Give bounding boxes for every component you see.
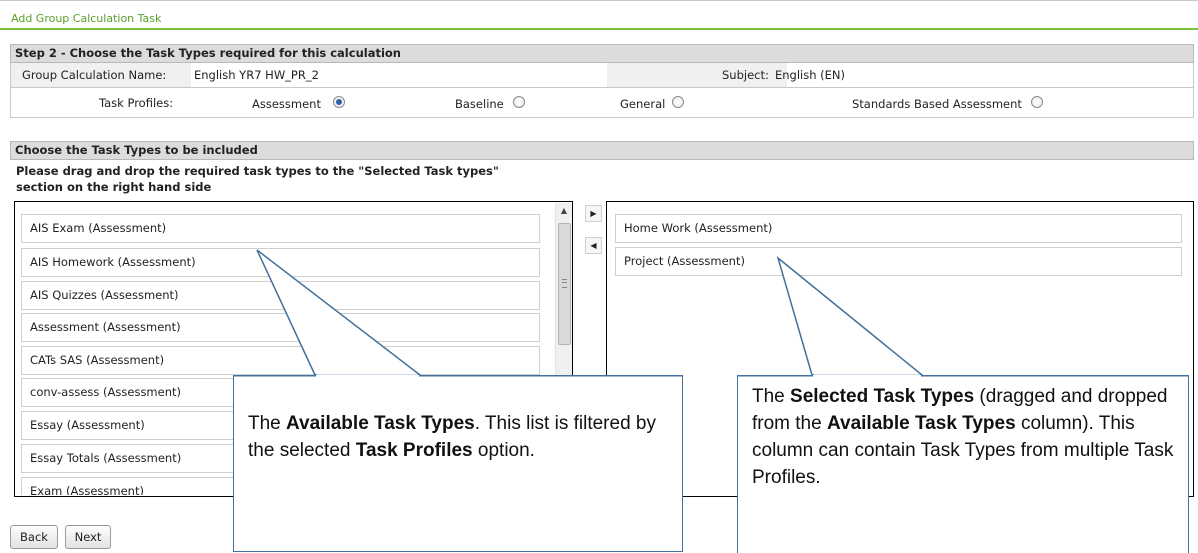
grip-icon [562, 279, 567, 288]
selected-callout: The Selected Task Types (dragged and dro… [737, 375, 1189, 553]
profile-baseline-radio[interactable] [513, 96, 525, 108]
task-types-header: Choose the Task Types to be included [10, 141, 1194, 160]
back-button[interactable]: Back [10, 525, 58, 549]
profile-assessment-radio[interactable] [333, 96, 345, 108]
scroll-up-icon[interactable]: ▲ [556, 203, 572, 219]
callout-text: The [248, 413, 287, 434]
drag-instructions: Please drag and drop the required task t… [16, 163, 499, 195]
next-button[interactable]: Next [65, 525, 111, 549]
calc-info-row: Group Calculation Name: English YR7 HW_P… [10, 63, 1194, 88]
available-item[interactable]: AIS Homework (Assessment) [21, 248, 540, 277]
subject-label: Subject: [722, 68, 769, 82]
profile-general-radio[interactable] [672, 96, 684, 108]
profiles-row: Task Profiles: Assessment Baseline Gener… [10, 88, 1194, 118]
callout-bold: Task Profiles [355, 440, 473, 461]
frame-top-line [0, 0, 1198, 1]
available-item[interactable]: CATs SAS (Assessment) [21, 346, 540, 375]
move-right-icon[interactable]: ▶ [585, 205, 602, 222]
move-left-icon[interactable]: ◀ [585, 237, 602, 254]
callout-text: option. [472, 440, 535, 461]
profile-general-label: General [620, 97, 666, 111]
available-callout: The Available Task Types. This list is f… [233, 375, 683, 552]
instruction-line: Please drag and drop the required task t… [16, 164, 499, 178]
selected-item[interactable]: Home Work (Assessment) [615, 214, 1182, 243]
profile-assessment-label: Assessment [252, 97, 321, 111]
scroll-thumb[interactable] [558, 223, 571, 345]
window-title: Add Group Calculation Task [11, 12, 162, 25]
profile-baseline-label: Baseline [455, 97, 504, 111]
profiles-label: Task Profiles: [99, 96, 174, 110]
profile-sba-radio[interactable] [1031, 96, 1043, 108]
profile-sba-label: Standards Based Assessment [852, 97, 1022, 111]
available-item[interactable]: AIS Exam (Assessment) [21, 214, 540, 243]
window-title-bar: Add Group Calculation Task [0, 3, 1198, 30]
available-item[interactable]: Assessment (Assessment) [21, 313, 540, 342]
callout-text: The [752, 386, 791, 407]
callout-bold: Available Task Types [826, 413, 1016, 434]
available-item[interactable]: AIS Quizzes (Assessment) [21, 281, 540, 310]
step-header: Step 2 - Choose the Task Types required … [10, 44, 1194, 63]
calc-name-label: Group Calculation Name: [22, 68, 167, 82]
instruction-line: section on the right hand side [16, 180, 212, 194]
selected-item[interactable]: Project (Assessment) [615, 247, 1182, 276]
calc-name-value: English YR7 HW_PR_2 [194, 68, 319, 82]
subject-value: English (EN) [775, 68, 846, 82]
callout-bold: Selected Task Types [790, 386, 975, 407]
callout-bold: Available Task Types [286, 413, 475, 434]
